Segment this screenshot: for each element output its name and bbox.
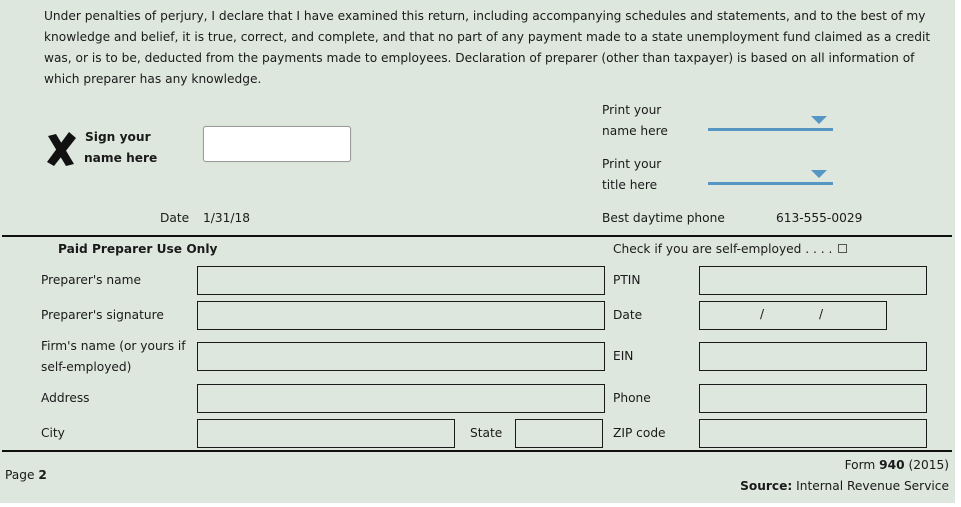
preparer-phone-field[interactable]	[699, 384, 927, 413]
preparer-name-field[interactable]	[197, 266, 605, 295]
zip-field[interactable]	[699, 419, 927, 448]
date-separator-2: /	[819, 307, 824, 321]
date-separator-1: /	[760, 307, 765, 321]
date-value: 1/31/18	[203, 211, 250, 225]
print-name-label-line1: Print your	[602, 103, 662, 117]
page-prefix: Page	[5, 468, 35, 482]
print-name-label-line2: name here	[602, 124, 668, 138]
preparer-signature-label: Preparer's signature	[41, 308, 164, 322]
declaration-text: Under penalties of perjury, I declare th…	[44, 9, 931, 86]
firm-name-label-line2: self-employed)	[41, 360, 132, 374]
preparer-name-label: Preparer's name	[41, 273, 141, 287]
print-name-dropdown[interactable]	[708, 112, 833, 132]
city-label: City	[41, 426, 65, 440]
signature-input[interactable]	[203, 126, 351, 162]
form-year: (2015)	[908, 458, 949, 472]
print-title-label-line2: title here	[602, 178, 658, 192]
print-title-dropdown[interactable]	[708, 166, 833, 186]
chevron-down-icon	[811, 116, 827, 124]
form-940-page: Under penalties of perjury, I declare th…	[0, 0, 955, 503]
form-prefix: Form	[844, 458, 876, 472]
firm-name-field[interactable]	[197, 342, 605, 371]
chevron-down-icon	[811, 170, 827, 178]
preparer-date-field[interactable]: / /	[699, 301, 887, 330]
state-field[interactable]	[515, 419, 603, 448]
sign-label-line1: Sign your	[85, 130, 151, 144]
ptin-field[interactable]	[699, 266, 927, 295]
self-employed-checkbox[interactable]	[838, 244, 848, 253]
address-field[interactable]	[197, 384, 605, 413]
date-label: Date	[160, 211, 190, 225]
source-line: Source: Internal Revenue Service	[740, 476, 949, 497]
self-employed-row[interactable]: Check if you are self-employed . . . .	[613, 239, 848, 260]
paid-preparer-heading: Paid Preparer Use Only	[58, 242, 218, 256]
x-mark-icon	[47, 132, 76, 166]
print-title-label-line1: Print your	[602, 157, 662, 171]
state-label: State	[470, 426, 503, 440]
ptin-label: PTIN	[613, 273, 641, 287]
page-indicator: Page 2	[5, 465, 47, 486]
form-id: Form 940 (2015)	[845, 455, 949, 476]
sign-label-line2: name here	[84, 151, 158, 165]
page-number: 2	[38, 468, 47, 482]
print-title-underline	[708, 182, 833, 185]
phone-value: 613-555-0029	[776, 211, 863, 225]
footer-divider	[2, 450, 952, 452]
preparer-date-label: Date	[613, 308, 643, 322]
source-label: Source:	[740, 479, 793, 493]
city-field[interactable]	[197, 419, 455, 448]
print-name-underline	[708, 128, 833, 131]
source-value: Internal Revenue Service	[796, 479, 949, 493]
firm-name-label-line1: Firm's name (or yours if	[41, 339, 186, 353]
section-divider	[2, 235, 952, 237]
address-label: Address	[41, 391, 90, 405]
preparer-signature-field[interactable]	[197, 301, 605, 330]
form-number: 940	[879, 458, 905, 472]
phone-label: Best daytime phone	[602, 211, 725, 225]
preparer-phone-label: Phone	[613, 391, 651, 405]
zip-label: ZIP code	[613, 426, 666, 440]
ein-label: EIN	[613, 349, 634, 363]
self-employed-label: Check if you are self-employed . . . .	[613, 242, 833, 256]
ein-field[interactable]	[699, 342, 927, 371]
